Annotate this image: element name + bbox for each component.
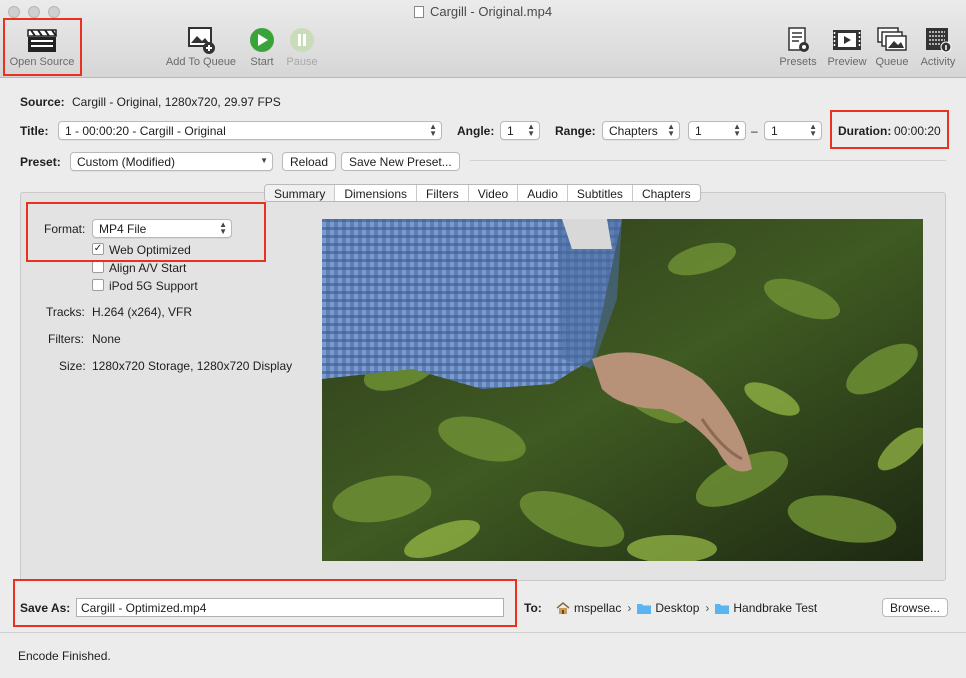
destination-path[interactable]: mspellac › Desktop › Handbrake Test (556, 599, 817, 617)
tab-audio[interactable]: Audio (518, 185, 568, 201)
tab-video[interactable]: Video (469, 185, 519, 201)
range-mode-select[interactable]: Chapters ▲ ▼ (602, 121, 680, 140)
stepper-chevron-icon: ▲ ▼ (219, 220, 227, 236)
pause-button[interactable]: Pause (284, 26, 320, 68)
preset-select[interactable]: Custom (Modified) ▼ (70, 152, 273, 171)
web-optimized-checkbox[interactable]: ✓ (92, 243, 104, 255)
filters-value: None (92, 332, 121, 346)
title-select[interactable]: 1 - 00:00:20 - Cargill - Original ▲ ▼ (58, 121, 442, 140)
tab-filters[interactable]: Filters (417, 185, 469, 201)
path-segment-home[interactable]: mspellac (574, 601, 621, 615)
path-separator: › (627, 601, 632, 615)
pause-icon (290, 28, 314, 52)
preset-label: Preset: (20, 155, 61, 169)
range-start-select[interactable]: 1 ▲ ▼ (688, 121, 746, 140)
start-button[interactable]: Start (244, 26, 280, 68)
play-icon (250, 28, 274, 52)
reload-button[interactable]: Reload (282, 152, 337, 171)
tab-chapters[interactable]: Chapters (633, 185, 700, 201)
activity-log-icon (926, 28, 952, 53)
web-optimized-label: Web Optimized (109, 243, 191, 257)
range-end-select[interactable]: 1 ▲ ▼ (764, 121, 822, 140)
window-title: Cargill - Original.mp4 (0, 4, 966, 19)
stepper-chevron-icon: ▲ ▼ (527, 122, 535, 138)
save-as-label: Save As: (20, 601, 71, 615)
tracks-value: H.264 (x264), VFR (92, 305, 193, 319)
document-icon (413, 6, 424, 18)
format-select[interactable]: MP4 File ▲ ▼ (92, 219, 232, 238)
home-icon (556, 602, 570, 614)
preview-button[interactable]: Preview (824, 26, 870, 68)
stepper-chevron-icon: ▲ ▼ (429, 122, 437, 138)
path-separator: › (705, 601, 710, 615)
save-new-preset-button[interactable]: Save New Preset... (341, 152, 460, 171)
stepper-chevron-icon: ▲ ▼ (733, 122, 741, 138)
film-icon (833, 30, 861, 50)
format-label: Format: (44, 222, 86, 236)
size-value: 1280x720 Storage, 1280x720 Display (92, 359, 293, 373)
folder-icon (715, 603, 730, 614)
tab-summary[interactable]: Summary (265, 185, 336, 201)
status-bar: Encode Finished. (0, 632, 966, 678)
ipod-5g-label: iPod 5G Support (109, 279, 198, 293)
add-to-queue-button[interactable]: Add To Queue (162, 26, 240, 68)
presets-icon (788, 27, 809, 52)
divider (470, 160, 946, 161)
range-label: Range: (555, 124, 596, 138)
tab-subtitles[interactable]: Subtitles (568, 185, 633, 201)
browse-button[interactable]: Browse... (882, 598, 949, 617)
duration-label: Duration: (838, 124, 892, 138)
title-label: Title: (20, 124, 49, 138)
queue-icon (877, 27, 907, 51)
stepper-chevron-icon: ▲ ▼ (809, 122, 817, 138)
clapperboard-icon (27, 29, 57, 52)
align-av-checkbox[interactable] (92, 261, 104, 273)
activity-button[interactable]: Activity (914, 26, 962, 68)
source-label: Source: (20, 95, 65, 109)
save-as-field[interactable]: Cargill - Optimized.mp4 (76, 598, 504, 617)
angle-label: Angle: (457, 124, 495, 138)
filters-label: Filters: (48, 332, 84, 346)
angle-select[interactable]: 1 ▲ ▼ (500, 121, 540, 140)
open-source-button[interactable]: Open Source (6, 26, 78, 68)
add-to-queue-icon (188, 27, 215, 54)
tab-dimensions[interactable]: Dimensions (335, 185, 418, 201)
ipod-5g-checkbox[interactable] (92, 279, 104, 291)
range-dash: – (751, 124, 758, 138)
tab-bar: Summary Dimensions Filters Video Audio S… (264, 184, 701, 202)
path-segment-desktop[interactable]: Desktop (655, 601, 699, 615)
status-text: Encode Finished. (18, 649, 111, 663)
to-label: To: (524, 601, 542, 615)
presets-button[interactable]: Presets (776, 26, 820, 68)
path-segment-handbrake-test[interactable]: Handbrake Test (733, 601, 817, 615)
preview-image (322, 219, 923, 561)
chevron-down-icon: ▼ (260, 156, 268, 165)
window-toolbar: Cargill - Original.mp4 Open Source Add T… (0, 0, 966, 78)
folder-icon (637, 603, 652, 614)
tracks-label: Tracks: (46, 305, 85, 319)
stepper-chevron-icon: ▲ ▼ (667, 122, 675, 138)
align-av-label: Align A/V Start (109, 261, 187, 275)
source-value: Cargill - Original, 1280x720, 29.97 FPS (72, 95, 281, 109)
preview-frame-illustration (322, 219, 923, 561)
queue-button[interactable]: Queue (872, 26, 912, 68)
size-label: Size: (59, 359, 86, 373)
duration-value: 00:00:20 (894, 124, 941, 138)
